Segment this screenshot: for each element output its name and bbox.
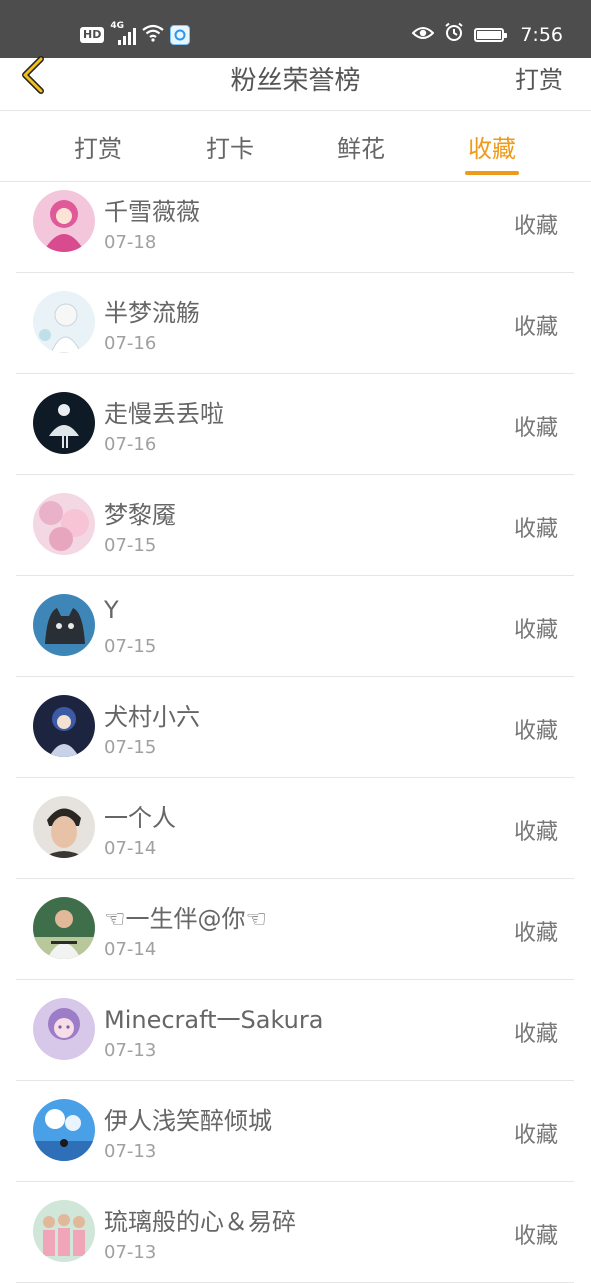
tab-flowers[interactable]: 鲜花: [326, 129, 396, 164]
list-item[interactable]: 走慢丢丢啦 07-16 收藏: [16, 374, 574, 475]
fan-name: 一个人: [104, 804, 176, 832]
app-notification-icon: [170, 25, 191, 45]
avatar: [33, 190, 95, 252]
fan-name: Minecraft一Sakura: [104, 1006, 324, 1034]
avatar: [33, 695, 95, 757]
avatar: [33, 392, 95, 454]
eye-icon: [411, 24, 435, 46]
fan-list: 千雪薇薇 07-18 收藏 半梦流觞 07-16 收藏 走慢丢丢啦 07-16 …: [16, 172, 574, 1283]
status-left: HD 4G: [80, 21, 191, 46]
fan-date: 07-16: [104, 333, 157, 354]
title-bar: 粉丝荣誉榜 打赏: [0, 56, 591, 111]
fan-action: 收藏: [513, 820, 558, 845]
fan-name: ☜一生伴@你☜: [104, 905, 268, 933]
status-right: 7:56: [411, 22, 563, 47]
fan-name: 半梦流觞: [104, 299, 200, 327]
fan-name: 走慢丢丢啦: [104, 400, 224, 428]
list-item[interactable]: 一个人 07-14 收藏: [16, 778, 574, 879]
list-item[interactable]: ☜一生伴@你☜ 07-14 收藏: [16, 879, 574, 980]
fan-action: 收藏: [513, 1022, 558, 1047]
fan-action: 收藏: [513, 214, 558, 239]
fan-action: 收藏: [513, 1123, 558, 1148]
tab-checkin[interactable]: 打卡: [195, 129, 265, 164]
fan-date: 07-15: [104, 535, 157, 556]
wifi-icon: [142, 24, 165, 46]
fan-action: 收藏: [513, 416, 558, 441]
fan-date: 07-14: [104, 939, 157, 960]
fan-date: 07-13: [104, 1141, 157, 1162]
avatar: [33, 796, 95, 858]
fan-name: 梦黎魇: [104, 501, 176, 529]
fan-date: 07-18: [104, 232, 157, 253]
fan-date: 07-14: [104, 838, 157, 859]
fan-name: 犬村小六: [104, 703, 200, 731]
fan-date: 07-16: [104, 434, 157, 455]
cell-signal-icon: 4G: [110, 21, 137, 45]
fan-action: 收藏: [513, 1224, 558, 1249]
hd-badge: HD: [80, 27, 105, 43]
fan-action: 收藏: [513, 719, 558, 744]
avatar: [33, 493, 95, 555]
clock: 7:56: [520, 23, 563, 46]
fan-date: 07-13: [104, 1242, 157, 1263]
fan-action: 收藏: [513, 315, 558, 340]
fan-action: 收藏: [513, 618, 558, 643]
avatar: [33, 998, 95, 1060]
battery-icon: [474, 27, 508, 42]
list-item[interactable]: Minecraft一Sakura 07-13 收藏: [16, 980, 574, 1081]
list-item[interactable]: 琉璃般的心＆易碎 07-13 收藏: [16, 1182, 574, 1283]
list-item[interactable]: 千雪薇薇 07-18 收藏: [16, 172, 574, 273]
reward-button[interactable]: 打赏: [515, 60, 563, 95]
fan-name: 千雪薇薇: [104, 198, 200, 226]
list-item[interactable]: Y 07-15 收藏: [16, 576, 574, 677]
tab-favorites[interactable]: 收藏: [457, 129, 527, 164]
fan-date: 07-13: [104, 1040, 157, 1061]
fan-name: 伊人浅笑醉倾城: [104, 1107, 272, 1135]
fan-name: 琉璃般的心＆易碎: [104, 1208, 296, 1236]
avatar: [33, 1099, 95, 1161]
list-item[interactable]: 伊人浅笑醉倾城 07-13 收藏: [16, 1081, 574, 1182]
avatar: [33, 1200, 95, 1262]
tab-reward[interactable]: 打赏: [63, 129, 133, 164]
status-bar: HD 4G 7:56: [0, 0, 591, 58]
page-title: 粉丝荣誉榜: [230, 66, 361, 96]
avatar: [33, 594, 95, 656]
list-item[interactable]: 犬村小六 07-15 收藏: [16, 677, 574, 778]
alarm-icon: [444, 22, 464, 47]
fan-action: 收藏: [513, 921, 558, 946]
fan-name: Y: [104, 596, 119, 624]
avatar: [33, 291, 95, 353]
fan-date: 07-15: [104, 737, 157, 758]
list-item[interactable]: 梦黎魇 07-15 收藏: [16, 475, 574, 576]
fan-action: 收藏: [513, 517, 558, 542]
avatar: [33, 897, 95, 959]
fan-date: 07-15: [104, 636, 157, 657]
list-item[interactable]: 半梦流觞 07-16 收藏: [16, 273, 574, 374]
